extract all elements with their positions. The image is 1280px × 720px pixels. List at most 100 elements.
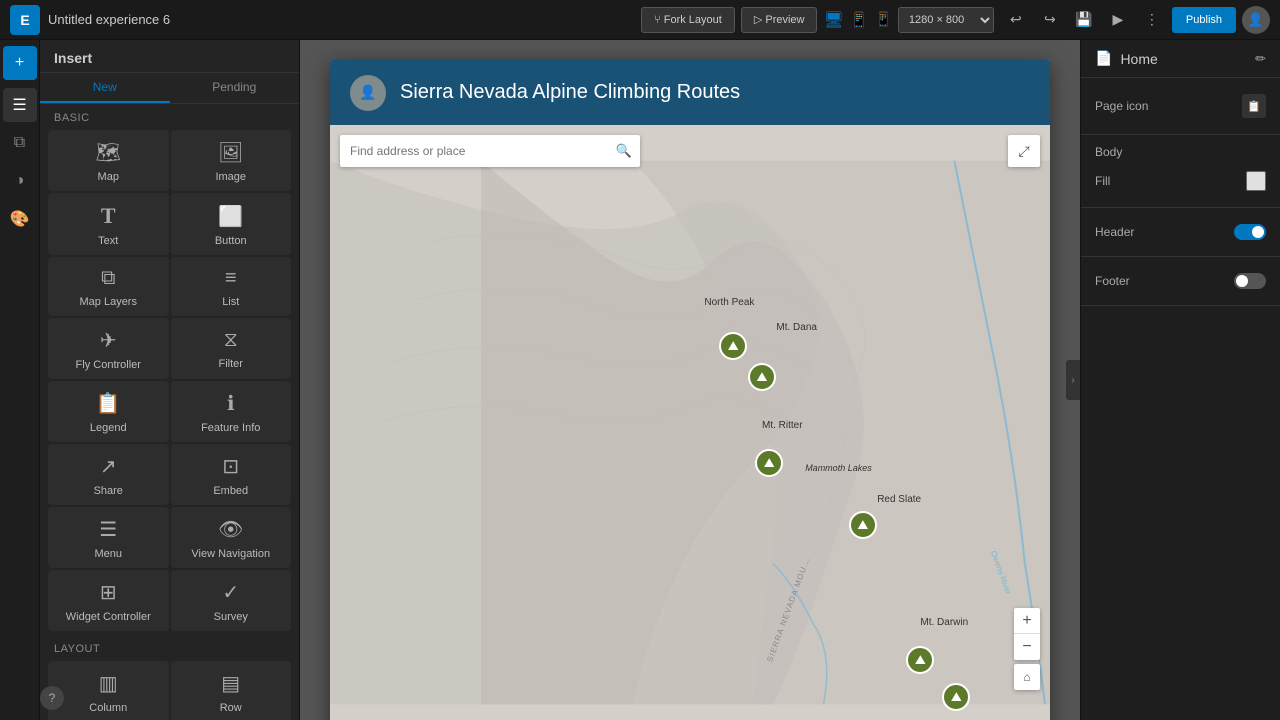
widget-button[interactable]: ⬜ Button [171,193,292,255]
right-panel-collapse-handle[interactable]: › [1066,360,1080,400]
fly-controller-widget-label: Fly Controller [76,359,141,371]
mountain-marker-mt-dana[interactable]: ⛰ [748,363,776,391]
publish-button[interactable]: Publish [1172,7,1236,33]
view-nav-widget-icon: 👁 [218,517,243,542]
map-widget-icon: 🗺 [96,140,121,165]
device-tablet-icon[interactable]: 📱 [850,11,869,29]
header-toggle[interactable] [1234,224,1266,240]
tab-pending[interactable]: Pending [170,73,300,103]
more-menu-button[interactable]: ⋮ [1138,6,1166,34]
text-widget-label: Text [98,235,118,247]
map-search-bar[interactable]: 🔍 [340,135,640,167]
footer-toggle[interactable] [1234,273,1266,289]
widget-grid-basic: 🗺 Map 🖼 Image T Text ⬜ Button ⧉ Map Laye… [40,128,299,635]
label-red-slate: Red Slate [877,494,921,505]
map-home-button[interactable]: ⌂ [1014,664,1040,690]
theme-icon: ◑ [15,172,25,190]
body-section: Body Fill [1081,135,1280,208]
column-widget-icon: ▥ [99,671,118,696]
zoom-out-button[interactable]: − [1014,634,1040,660]
row-widget-icon: ▤ [221,671,240,696]
insert-title: Insert [54,50,92,66]
media-icon: 🎨 [10,209,30,229]
header-label: Header [1095,225,1134,239]
widget-legend[interactable]: 📋 Legend [48,381,169,442]
app-frame: 👤 Sierra Nevada Alpine Climbing Routes [330,60,1050,720]
sidebar-icon-media[interactable]: 🎨 [3,202,37,236]
button-widget-label: Button [215,235,247,247]
fill-label: Fill [1095,174,1110,188]
page-icon-picker[interactable]: 📋 [1242,94,1266,118]
sidebar-icon-theme[interactable]: ◑ [3,164,37,198]
body-label: Body [1095,145,1266,159]
redo-button[interactable]: ↪ [1036,6,1064,34]
label-mt-ritter: Mt. Ritter [762,420,803,431]
help-button[interactable]: ? [40,686,64,710]
label-north-peak: North Peak [704,297,754,308]
column-widget-label: Column [89,702,127,714]
menu-widget-label: Menu [94,548,122,560]
save-button[interactable]: 💾 [1070,6,1098,34]
mountain-marker-darwin2[interactable]: ⛰ [942,683,970,711]
device-mobile-icon[interactable]: 📱 [874,11,891,28]
map-search-input[interactable] [350,144,606,158]
fill-color-swatch[interactable] [1246,171,1266,191]
widget-controller-label: Widget Controller [66,611,151,623]
user-avatar[interactable]: 👤 [1242,6,1270,34]
feature-info-widget-icon: ℹ [227,391,235,416]
resolution-select[interactable]: 1280 × 800 1920 × 1080 1024 × 768 [898,7,994,33]
widget-row[interactable]: ▤ Row [171,661,292,720]
right-panel-header: 📄 Home ✏ [1081,40,1280,78]
mountain-marker-red-slate[interactable]: ⛰ [849,511,877,539]
footer-section: Footer [1081,257,1280,306]
widget-menu[interactable]: ☰ Menu [48,507,169,568]
widget-text[interactable]: T Text [48,193,169,255]
page-icon-row: Page icon 📋 [1095,88,1266,124]
widget-image[interactable]: 🖼 Image [171,130,292,191]
edit-page-button[interactable]: ✏ [1255,51,1266,67]
tab-new[interactable]: New [40,73,170,103]
insert-panel-header: Insert [40,40,299,73]
widget-list[interactable]: ≡ List [171,257,292,316]
image-widget-icon: 🖼 [218,140,243,165]
widget-column[interactable]: ▥ Column [48,661,169,720]
play-button[interactable]: ▶ [1104,6,1132,34]
mountain-marker-north-peak[interactable]: ⛰ [719,332,747,360]
topbar: E Untitled experience 6 ⑂ Fork Layout ▷ … [0,0,1280,40]
map-container[interactable]: 🔍 ⤢ ⛰ ⛰ ⛰ ⛰ ⛰ ⛰ North Peak Mt. Dana Mt. … [330,125,1050,720]
device-desktop-icon[interactable]: 🖥 [823,10,843,30]
label-mt-darwin: Mt. Darwin [920,617,968,628]
map-expand-button[interactable]: ⤢ [1008,135,1040,167]
zoom-in-button[interactable]: + [1014,608,1040,634]
widget-view-navigation[interactable]: 👁 View Navigation [171,507,292,568]
layers-icon: ⧉ [14,134,25,152]
legend-widget-label: Legend [90,422,127,434]
app-logo: E [10,5,40,35]
page-icon-label: Page icon [1095,99,1148,113]
widget-filter[interactable]: ⧖ Filter [171,318,292,379]
header-section: Header [1081,208,1280,257]
list-widget-label: List [222,296,239,308]
right-panel-title: Home [1120,51,1247,67]
widget-share[interactable]: ↗ Share [48,444,169,505]
fork-layout-button[interactable]: ⑂ Fork Layout [641,7,735,33]
app-header-avatar: 👤 [350,75,386,111]
add-widget-button[interactable]: + [3,46,37,80]
widget-feature-info[interactable]: ℹ Feature Info [171,381,292,442]
page-icon: 📄 [1095,50,1112,67]
sidebar-icon-layers[interactable]: ⧉ [3,126,37,160]
widget-widget-controller[interactable]: ⊞ Widget Controller [48,570,169,631]
preview-button[interactable]: ▷ Preview [741,7,818,33]
widget-map-layers[interactable]: ⧉ Map Layers [48,257,169,316]
widget-fly-controller[interactable]: ✈ Fly Controller [48,318,169,379]
widget-embed[interactable]: ⊡ Embed [171,444,292,505]
sidebar-icon-pages[interactable]: ☰ [3,88,37,122]
mountain-marker-2[interactable]: ⛰ [755,449,783,477]
mountain-marker-mt-darwin[interactable]: ⛰ [906,646,934,674]
widget-survey[interactable]: ✓ Survey [171,570,292,631]
widget-map[interactable]: 🗺 Map [48,130,169,191]
menu-widget-icon: ☰ [99,517,117,542]
undo-button[interactable]: ↩ [1002,6,1030,34]
footer-label: Footer [1095,274,1130,288]
map-terrain [330,125,1050,720]
